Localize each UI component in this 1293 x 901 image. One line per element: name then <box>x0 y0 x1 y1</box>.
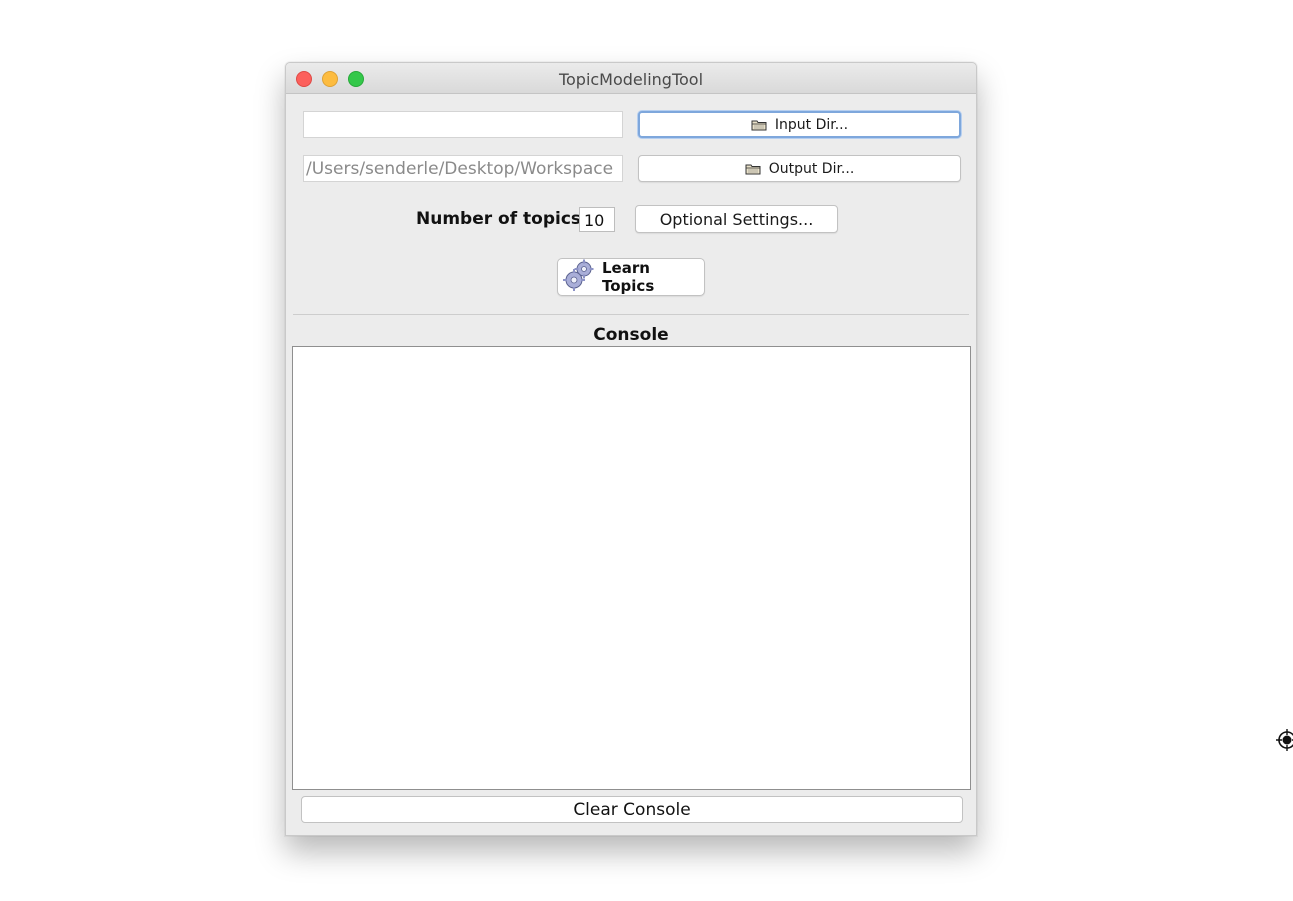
clear-console-button[interactable]: Clear Console <box>301 796 963 823</box>
folder-icon <box>751 119 767 131</box>
num-topics-input[interactable]: 10 <box>579 207 615 232</box>
gears-icon <box>562 258 596 297</box>
app-window: TopicModelingTool Input Dir... /Users/se… <box>285 62 977 836</box>
input-dir-button[interactable]: Input Dir... <box>638 111 961 138</box>
input-dir-button-label: Input Dir... <box>774 116 849 133</box>
output-dir-button[interactable]: Output Dir... <box>638 155 961 182</box>
console-output[interactable] <box>292 346 971 790</box>
title-bar[interactable]: TopicModelingTool <box>286 63 976 94</box>
input-dir-field[interactable] <box>303 111 623 138</box>
folder-icon <box>745 163 761 175</box>
learn-topics-label: Learn Topics <box>602 259 655 295</box>
optional-settings-button[interactable]: Optional Settings... <box>635 205 838 233</box>
output-dir-field[interactable]: /Users/senderle/Desktop/Workspace <box>303 155 623 182</box>
window-title: TopicModelingTool <box>558 70 704 89</box>
output-dir-button-label: Output Dir... <box>768 160 855 177</box>
console-title: Console <box>593 325 669 345</box>
num-topics-label: Number of topics: <box>416 209 588 229</box>
crosshair-icon <box>1276 729 1293 751</box>
learn-topics-button[interactable]: Learn Topics <box>557 258 705 296</box>
separator <box>293 314 969 315</box>
